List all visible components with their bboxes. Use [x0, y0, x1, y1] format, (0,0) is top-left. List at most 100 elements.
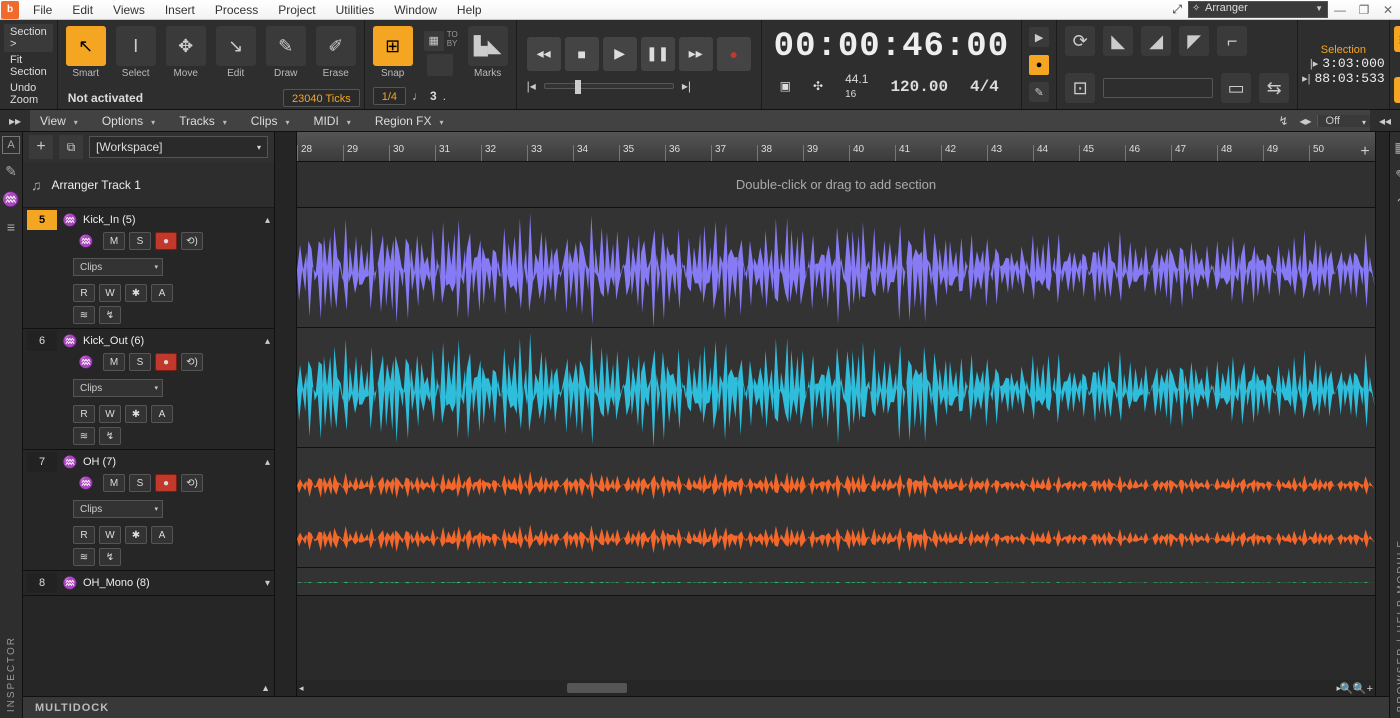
inspector-tab-eq-icon[interactable]: ✎ — [0, 160, 22, 182]
multidock-bar[interactable]: MULTIDOCK — [23, 696, 1389, 718]
collapse-inspector-icon[interactable]: ▸▸ — [0, 110, 30, 131]
undo-zoom-button[interactable]: Undo Zoom — [4, 80, 53, 108]
track-clips-dropdown[interactable]: Clips — [73, 500, 163, 518]
arranger-section-lane[interactable]: Double-click or drag to add section — [297, 162, 1375, 208]
track-clips-dropdown[interactable]: Clips — [73, 379, 163, 397]
menu-help[interactable]: Help — [447, 1, 492, 19]
tool-edit-button[interactable]: ↘ — [216, 26, 256, 66]
track-eq-icon[interactable]: ≋ — [73, 548, 95, 566]
marks-button[interactable]: ▙◣ — [468, 26, 508, 66]
browser-tab-media-icon[interactable]: ▦ — [1390, 136, 1400, 158]
close-window-button[interactable]: ✕ — [1376, 3, 1400, 17]
menu-window[interactable]: Window — [384, 1, 447, 19]
write-automation-button[interactable]: W — [99, 405, 121, 423]
clip-lane[interactable] — [297, 208, 1375, 328]
arranger-track-header[interactable]: ♫ Arranger Track 1 — [23, 162, 274, 208]
fade-in-icon[interactable]: ◣ — [1103, 26, 1133, 56]
inspector-tab-wave-icon[interactable]: ♒ — [0, 188, 22, 210]
freeze-button[interactable]: ✱ — [125, 405, 147, 423]
input-echo-button[interactable]: ⟲) — [181, 232, 203, 250]
ab-compare-button[interactable]: AB+ — [1394, 77, 1400, 103]
go-end-icon[interactable]: ▸| — [682, 79, 691, 93]
collapse-browser-icon[interactable]: ◂◂ — [1370, 110, 1400, 131]
ticks-display[interactable]: 23040 Ticks — [283, 89, 360, 107]
arm-record-button[interactable]: ● — [155, 353, 177, 371]
track-number[interactable]: 6 — [27, 331, 57, 351]
track-env-icon[interactable]: ↯ — [99, 306, 121, 324]
write-automation-button[interactable]: W — [99, 284, 121, 302]
fade-out-icon[interactable]: ◢ — [1141, 26, 1171, 56]
transport-scrub-slider[interactable] — [544, 83, 674, 89]
horizontal-scrollbar[interactable]: ◂ ▸ 🔍- 🔍+ — [297, 680, 1375, 696]
clip-lane[interactable] — [297, 328, 1375, 448]
track-eq-icon[interactable]: ≋ — [73, 306, 95, 324]
scrollbar-thumb[interactable] — [567, 683, 627, 693]
input-echo-button[interactable]: ⟲) — [181, 474, 203, 492]
timeline-ruler[interactable]: 2829303132333435363738394041424344454647… — [297, 132, 1375, 162]
track-env-icon[interactable]: ↯ — [99, 548, 121, 566]
menu-process[interactable]: Process — [205, 1, 268, 19]
arm-record-button[interactable]: ● — [155, 474, 177, 492]
track-clips-dropdown[interactable]: Clips — [73, 258, 163, 276]
maximize-panel-icon[interactable]: ⤢ — [1166, 2, 1188, 17]
stop-button[interactable]: ■ — [565, 37, 599, 71]
tempo-display[interactable]: 120.00 — [884, 78, 954, 96]
fit-section-button[interactable]: Fit Section — [4, 52, 53, 80]
automation-mode-dropdown[interactable]: Off — [1317, 115, 1370, 127]
track-header[interactable]: 8 ♒ OH_Mono (8) ▾ ♒ M S ● ⟲) Clips R W ✱… — [23, 571, 274, 596]
freeze-button[interactable]: ✱ — [125, 284, 147, 302]
restore-window-button[interactable]: ❐ — [1352, 3, 1376, 17]
rewind-button[interactable]: ◂◂ — [527, 37, 561, 71]
menu-project[interactable]: Project — [268, 1, 325, 19]
menu-edit[interactable]: Edit — [62, 1, 103, 19]
time-signature[interactable]: 4/4 — [964, 78, 1005, 96]
pause-button[interactable]: ❚❚ — [641, 37, 675, 71]
overview-box[interactable]: ▦ — [424, 31, 444, 51]
menu-file[interactable]: File — [23, 1, 62, 19]
input-echo-button[interactable]: ⟲) — [181, 353, 203, 371]
section-link[interactable]: Section > — [4, 24, 53, 52]
snap-beat[interactable]: 1/4 — [373, 87, 406, 105]
timecode-display[interactable]: 00:00:46:00 — [774, 28, 1009, 66]
browser-tab-help-icon[interactable]: ? — [1390, 192, 1400, 214]
tool-erase-button[interactable]: ✐ — [316, 26, 356, 66]
inspector-tab-a-icon[interactable]: A — [2, 136, 20, 154]
loop-button[interactable]: ⟳ — [1065, 26, 1095, 56]
track-collapse-icon[interactable]: ▴ — [261, 336, 274, 347]
arm-record-button[interactable]: ● — [155, 232, 177, 250]
crossfade-icon[interactable]: ◤ — [1179, 26, 1209, 56]
mute-button[interactable]: M — [103, 474, 125, 492]
secbar-options[interactable]: Options — [92, 114, 169, 128]
add-track-button[interactable]: + — [29, 135, 53, 159]
solo-button[interactable]: S — [129, 232, 151, 250]
mute-button[interactable]: M — [103, 232, 125, 250]
track-name[interactable]: OH_Mono (8) — [83, 577, 257, 589]
secbar-clips[interactable]: Clips — [241, 114, 304, 128]
read-automation-button[interactable]: R — [73, 284, 95, 302]
read-automation-button[interactable]: R — [73, 405, 95, 423]
archive-button[interactable]: A — [151, 284, 173, 302]
freeze-button[interactable]: ✱ — [125, 526, 147, 544]
automation-lanes-icon[interactable]: ↯ — [1273, 110, 1295, 132]
inspector-tab-list-icon[interactable]: ≡ — [0, 216, 22, 238]
add-folder-button[interactable]: ⧉ — [59, 135, 83, 159]
clip-lane[interactable] — [297, 448, 1375, 568]
ruler-add-button[interactable]: + — [1355, 143, 1375, 161]
tool-draw-button[interactable]: ✎ — [266, 26, 306, 66]
read-automation-button[interactable]: R — [73, 526, 95, 544]
track-name[interactable]: Kick_Out (6) — [83, 335, 257, 347]
workspace-dropdown[interactable]: Arranger — [1188, 1, 1328, 18]
ruler-options-icon[interactable]: ⇆ — [1259, 73, 1289, 103]
track-collapse-icon[interactable]: ▴ — [261, 457, 274, 468]
split-icon[interactable]: ◂▸ — [1295, 110, 1317, 132]
track-collapse-icon[interactable]: ▴ — [261, 215, 274, 226]
archive-button[interactable]: A — [151, 526, 173, 544]
metronome-icon[interactable]: ▣ — [774, 79, 797, 94]
secbar-region-fx[interactable]: Region FX — [365, 114, 458, 128]
secbar-midi[interactable]: MIDI — [303, 114, 364, 128]
track-number[interactable]: 5 — [27, 210, 57, 230]
track-number[interactable]: 7 — [27, 452, 57, 472]
secbar-tracks[interactable]: Tracks — [169, 114, 241, 128]
track-header[interactable]: 5 ♒ Kick_In (5) ▴ ♒ M S ● ⟲) Clips R W ✱… — [23, 208, 274, 329]
play-button[interactable]: ▶ — [603, 37, 637, 71]
